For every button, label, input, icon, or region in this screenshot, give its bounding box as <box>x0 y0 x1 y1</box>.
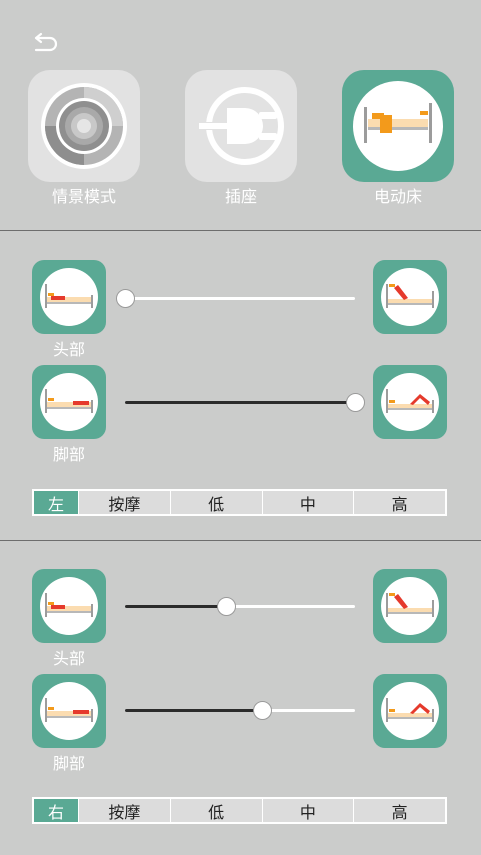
section-divider <box>0 230 481 231</box>
left-head-slider[interactable] <box>116 288 355 308</box>
electric-bed-icon <box>364 103 432 143</box>
side-indicator-right[interactable]: 右 <box>34 799 78 822</box>
power-plug-icon <box>197 87 284 165</box>
slider-track <box>125 297 355 300</box>
back-arrow-icon[interactable] <box>28 32 64 54</box>
right-head-slider[interactable] <box>125 596 355 616</box>
right-foot-raise-button[interactable] <box>373 674 447 748</box>
massage-option[interactable]: 按摩 <box>78 491 170 514</box>
intensity-medium-option[interactable]: 中 <box>261 491 354 514</box>
section-divider <box>0 540 481 541</box>
slider-thumb[interactable] <box>116 289 135 308</box>
mode-scene[interactable]: 情景模式 <box>28 70 140 206</box>
slider-thumb[interactable] <box>252 701 272 720</box>
bed-foot-raised-icon <box>386 389 434 413</box>
intensity-low-option[interactable]: 低 <box>169 799 262 822</box>
left-head-label: 头部 <box>52 340 85 359</box>
massage-option[interactable]: 按摩 <box>78 799 170 822</box>
intensity-low-option[interactable]: 低 <box>169 491 262 514</box>
right-massage-bar: 右 按摩 低 中 高 <box>32 797 447 824</box>
left-foot-raise-button[interactable] <box>373 365 447 439</box>
mode-scene-label: 情景模式 <box>51 187 116 206</box>
right-foot-slider[interactable] <box>125 700 355 720</box>
bed-head-raised-icon <box>386 284 434 308</box>
mode-socket-label: 插座 <box>224 187 257 206</box>
slider-thumb[interactable] <box>217 597 237 616</box>
right-head-flat-button[interactable] <box>32 569 106 643</box>
intensity-high-option[interactable]: 高 <box>353 491 445 514</box>
right-foot-label: 脚部 <box>52 754 85 773</box>
scene-mode-icon <box>41 83 127 169</box>
bed-foot-flat-icon <box>45 389 93 413</box>
mode-electric-bed-label: 电动床 <box>373 187 422 206</box>
left-head-raise-button[interactable] <box>373 260 447 334</box>
right-head-raise-button[interactable] <box>373 569 447 643</box>
left-head-flat-button[interactable] <box>32 260 106 334</box>
side-indicator-left[interactable]: 左 <box>34 491 78 514</box>
bed-head-flat-icon <box>45 284 93 308</box>
slider-thumb[interactable] <box>346 393 365 412</box>
left-foot-flat-button[interactable] <box>32 365 106 439</box>
bed-foot-raised-icon <box>386 698 434 722</box>
right-head-label: 头部 <box>52 649 85 668</box>
intensity-medium-option[interactable]: 中 <box>261 799 354 822</box>
right-foot-flat-button[interactable] <box>32 674 106 748</box>
intensity-high-option[interactable]: 高 <box>353 799 445 822</box>
mode-socket[interactable]: 插座 <box>185 70 297 206</box>
left-foot-slider[interactable] <box>125 392 365 412</box>
bed-head-flat-icon <box>45 593 93 617</box>
mode-electric-bed[interactable]: 电动床 <box>342 70 454 206</box>
slider-fill <box>125 401 355 404</box>
left-massage-bar: 左 按摩 低 中 高 <box>32 489 447 516</box>
slider-fill <box>125 605 227 608</box>
slider-fill <box>125 709 262 712</box>
bed-head-raised-icon <box>386 593 434 617</box>
bed-foot-flat-icon <box>45 698 93 722</box>
left-foot-label: 脚部 <box>52 445 85 464</box>
